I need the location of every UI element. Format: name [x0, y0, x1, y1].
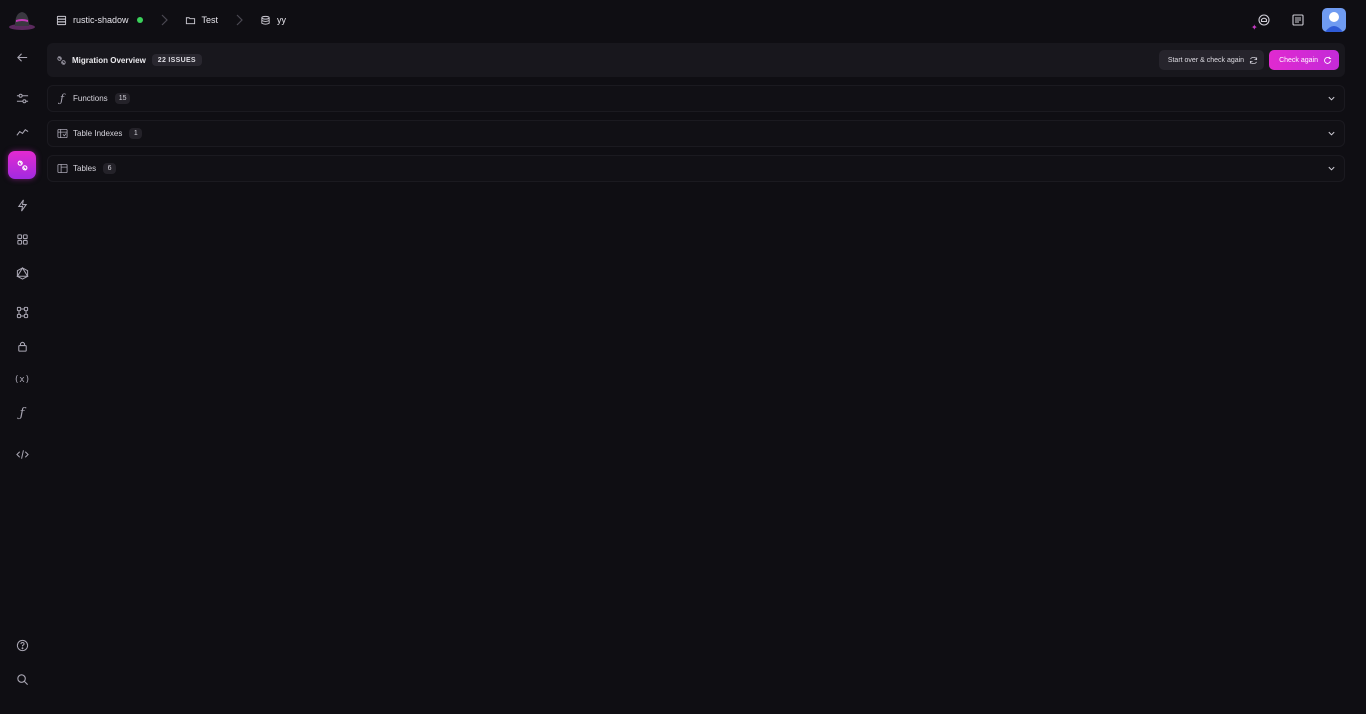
arrow-left-icon — [16, 52, 27, 62]
function-icon: ƒ — [19, 405, 25, 421]
activity-icon — [15, 128, 28, 136]
folder-icon — [185, 16, 195, 24]
breadcrumb-project[interactable]: Test — [185, 15, 219, 26]
overview-heading: Migration Overview 22 ISSUES — [56, 54, 202, 66]
back-button[interactable] — [8, 43, 36, 71]
search-icon — [16, 673, 28, 685]
index-icon — [55, 127, 69, 141]
sidebar: (x) ƒ — [0, 40, 44, 714]
refresh-icon — [1250, 56, 1258, 64]
chevron-down-icon — [1328, 131, 1335, 136]
rotate-icon — [1324, 56, 1332, 64]
graphql-icon — [15, 266, 29, 280]
sidebar-item-designer[interactable] — [8, 298, 36, 326]
sidebar-item-apps[interactable] — [8, 225, 36, 253]
code-icon — [15, 449, 29, 459]
breadcrumb-database[interactable]: yy — [260, 15, 286, 26]
section-functions[interactable]: ƒ Functions 15 — [47, 85, 1345, 112]
sidebar-item-events[interactable] — [8, 191, 36, 219]
sidebar-item-graphql[interactable] — [8, 259, 36, 287]
section-table-indexes[interactable]: Table Indexes 1 — [47, 120, 1345, 147]
section-tables[interactable]: Tables 6 — [47, 155, 1345, 182]
function-icon: ƒ — [59, 92, 65, 105]
sidebar-item-authentication[interactable] — [8, 332, 36, 360]
section-label: Functions — [73, 94, 108, 103]
help-icon — [16, 639, 28, 651]
newspaper-icon — [1292, 14, 1304, 26]
lock-icon — [17, 341, 27, 352]
sidebar-item-monitoring[interactable] — [8, 118, 36, 146]
breadcrumb-database-label: yy — [277, 15, 287, 25]
variables-icon: (x) — [13, 375, 31, 385]
breadcrumb: rustic-shadow Test yy — [56, 12, 286, 28]
chevron-right-icon — [161, 14, 168, 26]
database-icon — [261, 15, 270, 25]
user-avatar-icon — [1325, 12, 1343, 32]
breadcrumb-project-label: Test — [201, 15, 219, 25]
avatar[interactable] — [1322, 8, 1346, 32]
table-icon — [55, 162, 69, 176]
start-over-button[interactable]: Start over & check again — [1158, 50, 1265, 70]
issues-badge: 22 ISSUES — [151, 54, 202, 66]
check-again-button[interactable]: Check again — [1269, 50, 1339, 70]
app-root: rustic-shadow Test yy ✦ (x) ƒ Migration … — [0, 0, 1366, 714]
migration-icon — [17, 159, 27, 171]
sidebar-item-functions[interactable]: ƒ — [8, 399, 36, 427]
section-label: Tables — [73, 164, 97, 173]
chat-bubble-icon — [1258, 14, 1270, 26]
server-icon — [56, 15, 67, 25]
sidebar-item-settings[interactable] — [8, 84, 36, 112]
chevron-right-icon — [236, 14, 243, 26]
sliders-icon — [16, 93, 28, 103]
page-title: Migration Overview — [72, 55, 146, 65]
help-button[interactable] — [8, 631, 36, 659]
start-over-label: Start over & check again — [1167, 56, 1245, 64]
whats-new-button[interactable]: ✦ — [1251, 10, 1274, 32]
search-button[interactable] — [8, 665, 36, 693]
overview-actions: Start over & check again Check again — [1158, 50, 1339, 70]
sidebar-item-api-docs[interactable] — [8, 440, 36, 468]
section-label: Table Indexes — [73, 129, 123, 138]
news-button[interactable] — [1288, 10, 1308, 30]
check-again-label: Check again — [1279, 56, 1318, 64]
migration-icon — [57, 55, 66, 65]
top-bar: rustic-shadow Test yy ✦ — [0, 0, 1366, 40]
nodes-icon — [16, 306, 28, 318]
app-logo[interactable] — [8, 9, 36, 31]
sidebar-item-variables[interactable]: (x) — [8, 366, 36, 394]
count-badge: 1 — [129, 128, 143, 139]
lightning-icon — [17, 199, 27, 211]
count-badge: 15 — [114, 93, 131, 104]
chevron-down-icon — [1328, 166, 1335, 171]
breadcrumb-server-label: rustic-shadow — [73, 15, 129, 25]
sidebar-item-migration[interactable] — [8, 151, 36, 179]
status-online-dot — [136, 17, 143, 23]
migration-overview-panel: Migration Overview 22 ISSUES Start over … — [47, 43, 1345, 77]
top-right-actions: ✦ — [1251, 8, 1346, 32]
count-badge: 6 — [103, 163, 117, 174]
grid-icon — [16, 233, 28, 245]
breadcrumb-server[interactable]: rustic-shadow — [56, 15, 143, 26]
star-icon: ✦ — [1251, 23, 1258, 32]
chevron-down-icon — [1328, 96, 1335, 101]
